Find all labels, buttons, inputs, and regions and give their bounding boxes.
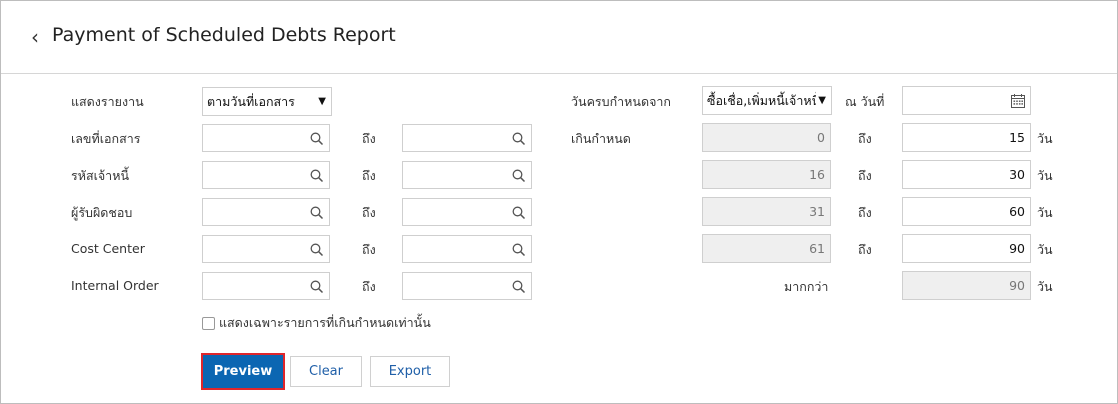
as-of-date-label: ณ วันที่ <box>845 94 885 109</box>
days-label: วัน <box>1037 279 1053 294</box>
cost-center-from-input[interactable] <box>202 235 330 263</box>
range-1-to-field[interactable]: 15 <box>902 123 1031 152</box>
doc-no-label: เลขที่เอกสาร <box>71 131 141 146</box>
due-from-select[interactable]: ซื้อเชื่อ,เพิ่มหนี้เจ้าหนี้ ▼ <box>702 86 832 115</box>
range-3-from-field: 31 <box>702 197 831 226</box>
search-icon[interactable] <box>309 242 325 258</box>
to-label: ถึง <box>362 131 376 146</box>
search-icon[interactable] <box>309 205 325 221</box>
to-label: ถึง <box>362 168 376 183</box>
header: ‹ Payment of Scheduled Debts Report <box>1 1 1117 74</box>
report-display-label: แสดงรายงาน <box>71 94 144 109</box>
days-label: วัน <box>1037 168 1053 183</box>
due-from-value: ซื้อเชื่อ,เพิ่มหนี้เจ้าหนี้ <box>707 93 821 108</box>
clear-button[interactable]: Clear <box>290 356 362 387</box>
range-4-to-field[interactable]: 90 <box>902 234 1031 263</box>
range-2-to-field[interactable]: 30 <box>902 160 1031 189</box>
cost-center-label: Cost Center <box>71 241 145 256</box>
to-label: ถึง <box>858 168 872 183</box>
range-4-from-field: 61 <box>702 234 831 263</box>
overdue-only-label[interactable]: แสดงเฉพาะรายการที่เกินกำหนดเท่านั้น <box>219 315 431 331</box>
range-2-from-field: 16 <box>702 160 831 189</box>
report-display-value: ตามวันที่เอกสาร <box>207 94 295 109</box>
export-button[interactable]: Export <box>370 356 450 387</box>
search-icon[interactable] <box>511 242 527 258</box>
overdue-only-checkbox[interactable] <box>202 317 215 330</box>
report-panel: ‹ Payment of Scheduled Debts Report แสดง… <box>0 0 1118 404</box>
to-label: ถึง <box>858 205 872 220</box>
report-display-select[interactable]: ตามวันที่เอกสาร ▼ <box>202 87 332 116</box>
more-than-label: มากกว่า <box>784 279 829 294</box>
days-label: วัน <box>1037 242 1053 257</box>
search-icon[interactable] <box>511 279 527 295</box>
range-3-to-field[interactable]: 60 <box>902 197 1031 226</box>
dropdown-arrow-icon: ▼ <box>816 87 826 114</box>
as-of-date-input[interactable] <box>902 86 1031 115</box>
range-1-from-field: 0 <box>702 123 831 152</box>
search-icon[interactable] <box>511 168 527 184</box>
to-label: ถึง <box>362 242 376 257</box>
responsible-from-input[interactable] <box>202 198 330 226</box>
to-label: ถึง <box>858 131 872 146</box>
cost-center-to-input[interactable] <box>402 235 532 263</box>
doc-no-to-input[interactable] <box>402 124 532 152</box>
to-label: ถึง <box>858 242 872 257</box>
creditor-code-label: รหัสเจ้าหนี้ <box>71 168 129 183</box>
internal-order-to-input[interactable] <box>402 272 532 300</box>
responsible-to-input[interactable] <box>402 198 532 226</box>
search-icon[interactable] <box>309 279 325 295</box>
chevron-left-icon[interactable]: ‹ <box>31 27 39 47</box>
search-icon[interactable] <box>309 131 325 147</box>
calendar-icon[interactable] <box>1010 93 1026 109</box>
dropdown-arrow-icon: ▼ <box>316 88 326 115</box>
overdue-label: เกินกำหนด <box>571 131 631 146</box>
doc-no-from-input[interactable] <box>202 124 330 152</box>
internal-order-label: Internal Order <box>71 278 159 293</box>
page-title: Payment of Scheduled Debts Report <box>52 24 396 46</box>
creditor-code-from-input[interactable] <box>202 161 330 189</box>
search-icon[interactable] <box>309 168 325 184</box>
to-label: ถึง <box>362 279 376 294</box>
internal-order-from-input[interactable] <box>202 272 330 300</box>
more-than-field: 90 <box>902 271 1031 300</box>
search-icon[interactable] <box>511 131 527 147</box>
days-label: วัน <box>1037 131 1053 146</box>
responsible-label: ผู้รับผิดชอบ <box>71 205 133 220</box>
creditor-code-to-input[interactable] <box>402 161 532 189</box>
due-from-label: วันครบกำหนดจาก <box>571 94 671 109</box>
search-icon[interactable] <box>511 205 527 221</box>
to-label: ถึง <box>362 205 376 220</box>
days-label: วัน <box>1037 205 1053 220</box>
preview-button[interactable]: Preview <box>201 353 285 390</box>
